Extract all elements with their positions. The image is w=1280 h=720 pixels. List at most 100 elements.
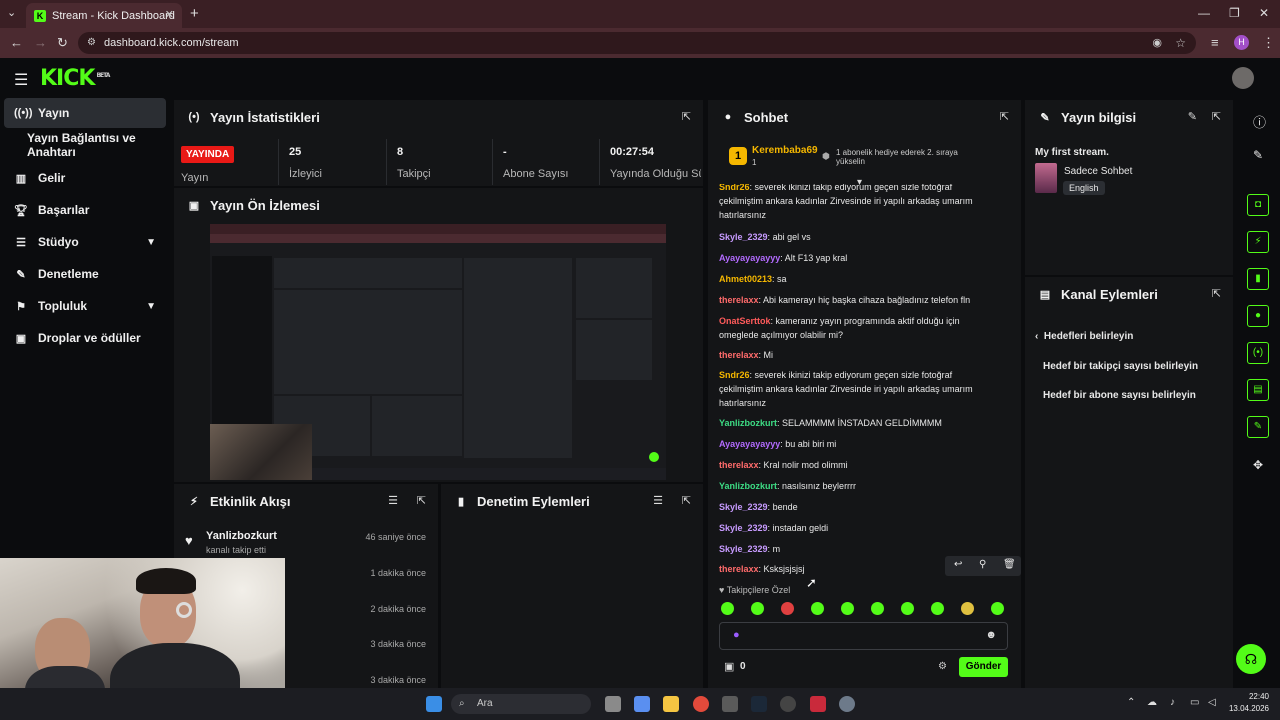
chat-message[interactable]: OnatSerttok: kameranız yayın programında… [719,314,991,342]
rail-button-camera[interactable]: ◘ [1247,194,1269,216]
chat-input[interactable]: ● ☻ [719,622,1008,650]
category-name[interactable]: Sadece Sohbet [1064,166,1132,177]
close-window-icon[interactable]: ✕ [1259,6,1269,20]
rail-button-doc[interactable]: ▮ [1247,268,1269,290]
sidebar-item-gelir[interactable]: ▥ Gelir [4,163,166,193]
browser-menu-icon[interactable]: ⋮ [1262,35,1275,51]
popout-icon[interactable]: ⇱ [682,110,691,123]
sidebar-item-studyo[interactable]: ☰ Stüdyo ▼ [4,227,166,257]
popout-icon[interactable]: ⇱ [1212,110,1221,123]
chat-message[interactable]: Skyle_2329: instadan geldi [719,521,991,535]
activity-row[interactable]: Yanlizbozkurt kanalı takip etti 46 saniye … [174,524,438,559]
chat-username[interactable]: Skyle_2329 [719,232,768,242]
filter-icon[interactable]: ☰ [653,494,663,507]
rail-button-broadcast[interactable]: (•) [1247,342,1269,364]
chat-username[interactable]: Ahmet00213 [719,274,772,284]
eye-off-icon[interactable]: ◉ [1152,32,1162,54]
chat-username[interactable]: Sndr26 [719,370,750,380]
sidebar-item-denetleme[interactable]: ✎ Denetleme [4,259,166,289]
rail-button-lightning[interactable]: ⚡︎ [1247,231,1269,253]
info-icon[interactable]: ⓘ [1253,112,1266,131]
chat-message[interactable]: Yanlizbozkurt: SELAMMMM İNSTADAN GELDİMM… [719,416,991,430]
settings-icon[interactable]: ⚙ [938,661,947,672]
chat-username[interactable]: Ayayayayayyy [719,439,780,449]
chat-message[interactable]: therelaxx: Mi [719,348,991,362]
clock-time[interactable]: 22:40 [1229,692,1269,701]
emote-icon[interactable] [991,602,1004,615]
browser-tab[interactable]: K Stream - Kick Dashboard ✕ [26,3,182,28]
filter-icon[interactable]: ☰ [388,494,398,507]
tray-chevron-icon[interactable]: ⌃ [1127,697,1135,708]
chevron-down-icon[interactable]: ▼ [146,237,156,248]
windows-start-icon[interactable] [426,696,442,712]
pin-icon[interactable]: ⚲ [979,559,986,570]
reload-icon[interactable]: ↻ [57,35,68,51]
back-to-goals[interactable]: ‹ Hedefleri belirleyin [1035,331,1133,342]
popout-icon[interactable]: ⇱ [682,494,691,507]
rail-button-chat[interactable]: ● [1247,305,1269,327]
file-explorer-icon[interactable] [663,696,679,712]
back-icon[interactable]: ← [10,35,23,50]
site-info-icon[interactable]: ⚙ [87,32,96,54]
new-tab-icon[interactable]: + [190,5,199,22]
rail-button-wrench[interactable]: ✎ [1247,416,1269,438]
emote-icon[interactable] [931,602,944,615]
sidebar-item-droplar[interactable]: ▣ Droplar ve ödüller [4,323,166,353]
volume-icon[interactable]: ◁ [1208,697,1216,708]
bookmark-star-icon[interactable]: ☆ [1175,32,1186,54]
chat-username[interactable]: therelaxx [719,460,759,470]
chrome-icon[interactable] [693,696,709,712]
emote-icon[interactable] [901,602,914,615]
chat-username[interactable]: Skyle_2329 [719,523,768,533]
chat-username[interactable]: OnatSerttok [719,316,771,326]
emote-icon[interactable] [781,602,794,615]
taskbar-search[interactable]: ⌕ Ara [451,694,591,714]
chat-message[interactable]: therelaxx: Kral nolir mod olimmi [719,458,991,472]
chat-username[interactable]: therelaxx [719,295,759,305]
maximize-icon[interactable]: ❐ [1229,6,1240,20]
chat-username[interactable]: Yanlizbozkurt [719,418,777,428]
clock-date[interactable]: 13.04.2026 [1224,704,1269,713]
sidebar-item-basarilar[interactable]: 🏆︎ Başarılar [4,195,166,225]
obs-icon[interactable] [780,696,796,712]
user-avatar[interactable] [1232,67,1254,89]
sidebar-item-topluluk[interactable]: ⚑ Topluluk ▼ [4,291,166,321]
steam-icon[interactable] [751,696,767,712]
support-icon[interactable]: ☊ [1236,644,1266,674]
network-icon[interactable]: ▭ [1190,697,1199,708]
emoji-icon[interactable]: ☻ [985,629,997,641]
forward-icon[interactable]: → [34,35,47,50]
close-tab-icon[interactable]: ✕ [165,8,174,21]
reply-icon[interactable]: ↩ [954,559,962,570]
copilot-icon[interactable] [634,696,650,712]
chat-message[interactable]: Ayayayayayyy: bu abi biri mi [719,437,991,451]
goal-follower-item[interactable]: Hedef bir takipçi sayısı belirleyin [1043,361,1198,372]
send-button[interactable]: Gönder [959,657,1008,677]
chevron-down-icon[interactable]: ▼ [146,301,156,312]
popout-icon[interactable]: ⇱ [417,494,426,507]
chat-username[interactable]: Sndr26 [719,184,750,192]
emote-icon[interactable] [751,602,764,615]
chat-message[interactable]: Ayayayayayyy: Alt F13 yap kral [719,251,991,265]
chat-message[interactable]: therelaxx: Abi kamerayı hiç başka cihaza… [719,293,991,307]
chat-message[interactable]: Skyle_2329: abi gel vs [719,230,991,244]
emote-icon[interactable] [811,602,824,615]
chat-message[interactable]: Skyle_2329: bende [719,500,991,514]
chat-username[interactable]: Skyle_2329 [719,502,768,512]
reading-list-icon[interactable]: ≡ [1211,35,1219,50]
emote-icon[interactable] [871,602,884,615]
task-view-icon[interactable] [605,696,621,712]
add-widget-icon[interactable]: ✥ [1253,458,1263,472]
app-icon[interactable] [810,696,826,712]
emote-icon[interactable] [721,602,734,615]
chat-username[interactable]: Yanlizbozkurt [719,481,777,491]
rail-button-actions[interactable]: ▤ [1247,379,1269,401]
microphone-icon[interactable]: ● [733,629,740,641]
tab-search-icon[interactable]: ⌄ [7,6,16,19]
chat-message[interactable]: Sndr26: severek ikinizi takip ediyorum g… [719,368,991,410]
chat-message[interactable]: Sndr26: severek ikinizi takip ediyorum g… [719,184,991,222]
chat-username[interactable]: therelaxx [719,564,759,574]
kick-logo[interactable]: KICK BETA [40,66,110,91]
hamburger-menu-icon[interactable]: ☰ [14,70,28,90]
chat-message[interactable]: Ahmet00213: sa [719,272,991,286]
